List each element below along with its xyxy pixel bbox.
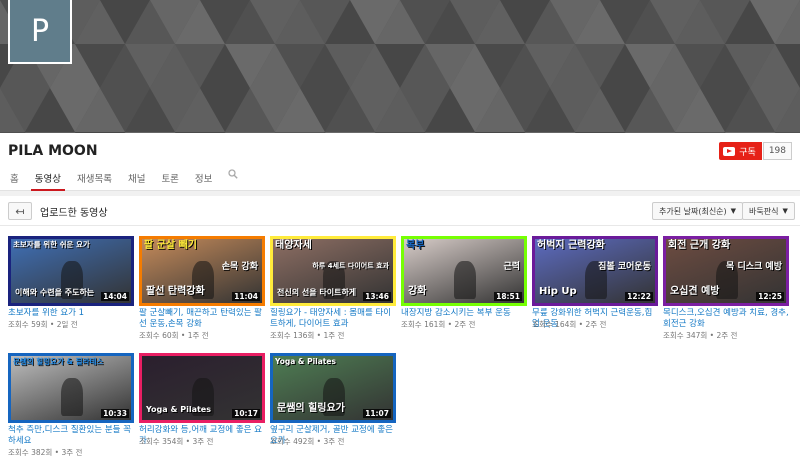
thumbnail-caption-top: 팔 군살 빼기 <box>144 240 197 251</box>
video-title[interactable]: 초보자를 위한 요가 1 <box>8 308 134 319</box>
thumbnail-caption-top: 초보자를 위한 쉬운 요가 <box>13 240 90 249</box>
video-card[interactable]: 태양자세하루 4세트 다이어트 효과전신의 선을 타이트하게 13:46 힐링요가 … <box>270 236 396 351</box>
video-duration: 10:33 <box>101 408 129 418</box>
thumbnail-caption-top: 문쌤의 힐링요가 & 필라테스 <box>13 357 104 366</box>
channel-header: PILA MOON 구독 198 홈 동영상 재생목록 채널 토론 정보 <box>0 133 800 191</box>
video-thumbnail[interactable]: Yoga & Pilates 10:17 <box>139 353 265 423</box>
video-card[interactable]: 초보자를 위한 쉬운 요가이해와 수련을 주도하는 14:04 초보자를 위한 요가… <box>8 236 134 351</box>
back-arrow-icon: ↤ <box>15 204 25 218</box>
video-meta: 조회수 347회 • 2주 전 <box>663 331 738 340</box>
video-duration: 11:04 <box>232 291 260 301</box>
video-duration: 10:17 <box>232 408 260 418</box>
subscriber-count: 198 <box>762 142 792 160</box>
video-thumbnail[interactable]: 복부근력강화 18:51 <box>401 236 527 306</box>
thumbnail-caption-mid: 짐볼 코어운동 <box>598 262 651 272</box>
video-thumbnail[interactable]: 허벅지 근력강화짐볼 코어운동 Hip Up 12:22 <box>532 236 658 306</box>
thumbnail-caption-mid: 손목 강화 <box>221 262 258 272</box>
video-title[interactable]: 목디스크,오십견 예방과 치료, 경추,회전근 강화 <box>663 308 789 330</box>
thumbnail-caption-top: 복부 <box>406 240 425 251</box>
video-meta: 조회수 60회 • 1주 전 <box>139 331 209 340</box>
thumbnail-caption-bottom: Hip Up <box>539 286 577 297</box>
thumbnail-caption-bottom: 강화 <box>408 286 427 297</box>
thumbnail-caption-top: Yoga & Pilates <box>275 357 336 366</box>
video-card[interactable]: 허벅지 근력강화 짐볼 코어운동 Hip Up 12:22 무릎 강화위한 허벅지 근력… <box>532 236 658 351</box>
video-thumbnail[interactable]: Yoga & Pilates 문쌤의 힐링요가 11:07 <box>270 353 396 423</box>
subscribe-group: 구독 198 <box>719 142 792 160</box>
video-meta: 조회수 492회 • 3주 전 <box>270 437 345 446</box>
video-duration: 13:46 <box>363 291 391 301</box>
section-title: 업로드한 동영상 <box>40 208 108 219</box>
thumbnail-caption-bottom: Yoga & Pilates <box>146 405 211 414</box>
video-meta: 조회수 59회 • 2일 전 <box>8 320 78 329</box>
videos-section: ↤ 업로드한 동영상 추가된 날짜(최신순) ▼ 바둑판식 ▼ 초보자를 위한 쉬운… <box>0 196 800 471</box>
sort-label: 추가된 날짜(최신순) <box>659 206 727 216</box>
channel-name[interactable]: PILA MOON <box>8 143 98 159</box>
video-meta: 조회수 382회 • 3주 전 <box>8 448 83 457</box>
video-title[interactable]: 척추 측만,디스크 질환있는 분들 꼭 하세요 <box>8 425 134 447</box>
video-meta: 조회수 161회 • 2주 전 <box>401 320 476 329</box>
tab-discussion[interactable]: 토론 <box>153 167 186 191</box>
video-card[interactable]: 복부근력강화 18:51 내장지방 감소시키는 복부 운동 조회수 161회 • 2주… <box>401 236 527 351</box>
view-dropdown[interactable]: 바둑판식 ▼ <box>742 202 795 220</box>
tab-about[interactable]: 정보 <box>187 167 220 191</box>
video-card[interactable]: 회전 근개 강화목 디스크 예방오십견 예방 12:25 목디스크,오십견 예방과 … <box>663 236 789 351</box>
thumbnail-caption-bottom: 오십견 예방 <box>670 286 720 297</box>
video-title[interactable]: 내장지방 감소시키는 복부 운동 <box>401 308 527 319</box>
video-duration: 11:07 <box>363 408 391 418</box>
video-meta: 조회수 354회 • 3주 전 <box>139 437 214 446</box>
video-card[interactable]: Yoga & Pilates 10:17 허리강화와 등,어깨 교정에 좋은 요가 조… <box>139 353 265 468</box>
subscribe-label: 구독 <box>739 147 756 158</box>
subscribe-button[interactable]: 구독 <box>719 142 762 160</box>
video-thumbnail[interactable]: 팔 군살 빼기손목 강화팔선 탄력강화 11:04 <box>139 236 265 306</box>
tab-channels[interactable]: 채널 <box>120 167 153 191</box>
thumbnail-caption-top: 회전 근개 강화 <box>668 240 731 251</box>
video-duration: 18:51 <box>494 291 522 301</box>
video-card[interactable]: Yoga & Pilates 문쌤의 힐링요가 11:07 옆구리 군살제거, 골반 … <box>270 353 396 468</box>
thumbnail-caption-bottom: 문쌤의 힐링요가 <box>277 403 345 414</box>
thumbnail-caption-bottom: 전신의 선을 타이트하게 <box>277 288 357 297</box>
video-card[interactable]: 팔 군살 빼기손목 강화팔선 탄력강화 11:04 팔 군살빼기, 매끈하고 탄력있… <box>139 236 265 351</box>
video-thumbnail[interactable]: 문쌤의 힐링요가 & 필라테스 10:33 <box>8 353 134 423</box>
tab-home[interactable]: 홈 <box>0 167 27 191</box>
video-thumbnail[interactable]: 회전 근개 강화목 디스크 예방오십견 예방 12:25 <box>663 236 789 306</box>
search-icon[interactable] <box>220 167 246 191</box>
video-meta: 조회수 136회 • 1주 전 <box>270 331 345 340</box>
video-thumbnail[interactable]: 태양자세하루 4세트 다이어트 효과전신의 선을 타이트하게 13:46 <box>270 236 396 306</box>
video-card[interactable]: 문쌤의 힐링요가 & 필라테스 10:33 척추 측만,디스크 질환있는 분들 꼭 … <box>8 353 134 468</box>
video-meta: 조회수 164회 • 2주 전 <box>532 320 607 329</box>
person-figure <box>61 378 83 416</box>
channel-avatar[interactable]: P <box>8 0 72 64</box>
thumbnail-caption-top: 허벅지 근력강화 <box>537 240 605 251</box>
video-thumbnail[interactable]: 초보자를 위한 쉬운 요가이해와 수련을 주도하는 14:04 <box>8 236 134 306</box>
thumbnail-caption-bottom: 팔선 탄력강화 <box>146 286 205 297</box>
avatar-letter: P <box>30 13 50 49</box>
person-figure <box>454 261 476 299</box>
channel-banner: P <box>0 0 800 133</box>
tab-videos[interactable]: 동영상 <box>27 167 69 191</box>
caret-down-icon: ▼ <box>730 207 737 215</box>
thumbnail-caption-mid: 근력 <box>503 262 520 272</box>
thumbnail-caption-bottom: 이해와 수련을 주도하는 <box>15 288 95 297</box>
video-duration: 12:22 <box>625 291 653 301</box>
sort-dropdown[interactable]: 추가된 날짜(최신순) ▼ <box>652 202 744 220</box>
caret-down-icon: ▼ <box>782 207 788 215</box>
view-label: 바둑판식 <box>749 206 779 216</box>
thumbnail-caption-mid: 목 디스크 예방 <box>726 262 782 272</box>
channel-tabs: 홈 동영상 재생목록 채널 토론 정보 <box>0 167 246 191</box>
tab-playlists[interactable]: 재생목록 <box>69 167 120 191</box>
thumbnail-caption-top: 태양자세 <box>275 240 312 251</box>
back-button[interactable]: ↤ <box>8 202 32 220</box>
youtube-play-icon <box>723 146 736 156</box>
section-toolbar: ↤ 업로드한 동영상 추가된 날짜(최신순) ▼ 바둑판식 ▼ <box>0 196 800 226</box>
banner-pattern <box>0 0 800 133</box>
video-duration: 14:04 <box>101 291 129 301</box>
video-duration: 12:25 <box>756 291 784 301</box>
thumbnail-caption-mid: 하루 4세트 다이어트 효과 <box>312 262 389 270</box>
video-title[interactable]: 팔 군살빼기, 매끈하고 탄력있는 팔 선 운동,손목 강화 <box>139 308 265 330</box>
video-title[interactable]: 힐링요가 - 태양자세 : 몸매를 타이트하게, 다이어트 효과 <box>270 308 396 330</box>
